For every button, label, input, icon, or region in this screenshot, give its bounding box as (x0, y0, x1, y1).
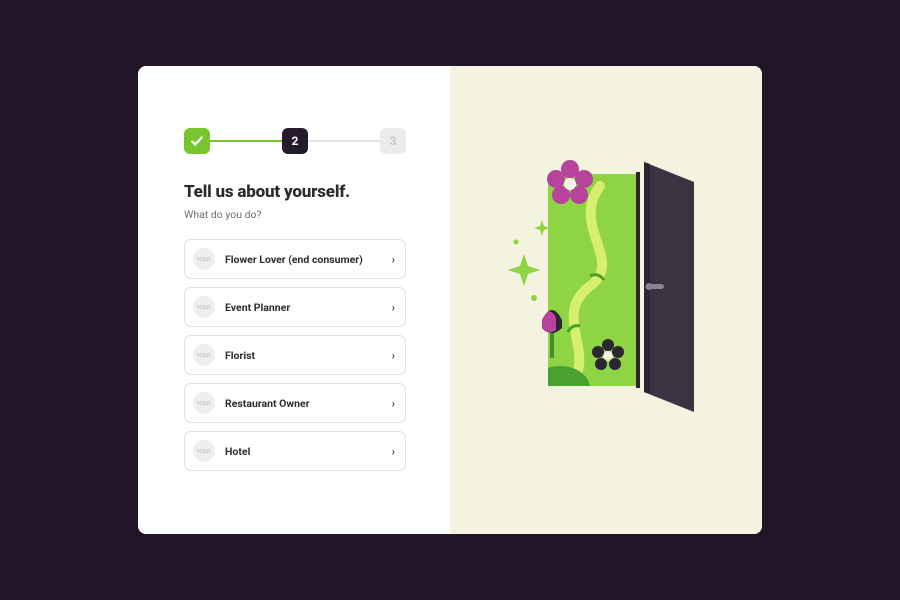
role-option-list: Icon Flower Lover (end consumer) › Icon … (184, 239, 406, 471)
chevron-right-icon: › (392, 253, 395, 266)
onboarding-card: 2 3 Tell us about yourself. What do you … (138, 66, 762, 534)
door-garden-illustration (450, 66, 762, 534)
page-subheading: What do you do? (184, 208, 406, 221)
option-label: Flower Lover (end consumer) (225, 253, 392, 266)
placeholder-icon: Icon (193, 440, 215, 462)
option-label: Restaurant Owner (225, 397, 392, 410)
step-2-current: 2 (282, 128, 308, 154)
placeholder-icon: Icon (193, 296, 215, 318)
placeholder-icon: Icon (193, 344, 215, 366)
option-flower-lover[interactable]: Icon Flower Lover (end consumer) › (184, 239, 406, 279)
page-heading: Tell us about yourself. (184, 182, 406, 202)
placeholder-icon: Icon (193, 248, 215, 270)
illustration-panel (450, 66, 762, 534)
step-1-done (184, 128, 210, 154)
option-label: Hotel (225, 445, 392, 458)
option-hotel[interactable]: Icon Hotel › (184, 431, 406, 471)
option-event-planner[interactable]: Icon Event Planner › (184, 287, 406, 327)
option-label: Florist (225, 349, 392, 362)
step-connector-2 (308, 140, 380, 142)
check-icon (190, 134, 204, 148)
step-2-label: 2 (292, 134, 299, 148)
option-florist[interactable]: Icon Florist › (184, 335, 406, 375)
chevron-right-icon: › (392, 301, 395, 314)
option-restaurant-owner[interactable]: Icon Restaurant Owner › (184, 383, 406, 423)
placeholder-icon: Icon (193, 392, 215, 414)
chevron-right-icon: › (392, 397, 395, 410)
step-3-label: 3 (390, 134, 397, 148)
chevron-right-icon: › (392, 349, 395, 362)
chevron-right-icon: › (392, 445, 395, 458)
stepper: 2 3 (184, 128, 406, 154)
option-label: Event Planner (225, 301, 392, 314)
step-connector-1 (210, 140, 282, 142)
form-panel: 2 3 Tell us about yourself. What do you … (138, 66, 450, 534)
step-3-future: 3 (380, 128, 406, 154)
